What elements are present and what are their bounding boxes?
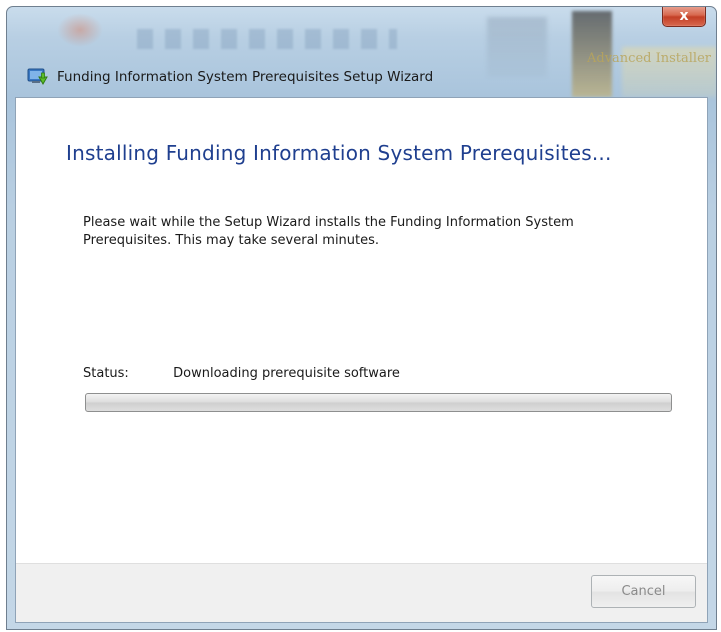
- background-blur-3: [487, 17, 547, 77]
- status-label: Status:: [83, 366, 129, 381]
- title-bar: Funding Information System Prerequisites…: [27, 64, 433, 90]
- window-title: Funding Information System Prerequisites…: [57, 69, 434, 85]
- background-blur-1: [57, 13, 103, 47]
- close-icon: x: [679, 8, 689, 24]
- advanced-installer-watermark: Advanced Installer: [587, 51, 711, 66]
- wizard-footer: Cancel: [16, 563, 707, 622]
- installer-icon: [27, 66, 49, 88]
- cancel-button[interactable]: Cancel: [591, 575, 696, 608]
- status-value: Downloading prerequisite software: [173, 366, 400, 381]
- description-line-1: Please wait while the Setup Wizard insta…: [83, 215, 574, 230]
- description-line-2: Prerequisites. This may take several min…: [83, 233, 380, 248]
- description-text: Please wait while the Setup Wizard insta…: [83, 214, 643, 250]
- background-blur-2: [137, 29, 397, 49]
- close-button[interactable]: x: [662, 7, 706, 27]
- page-heading: Installing Funding Information System Pr…: [66, 141, 612, 165]
- wizard-content-panel: Installing Funding Information System Pr…: [15, 97, 708, 623]
- status-row: Status: Downloading prerequisite softwar…: [83, 366, 400, 381]
- setup-wizard-window: Advanced Installer x Funding Information…: [6, 6, 717, 630]
- progress-bar: [85, 393, 672, 412]
